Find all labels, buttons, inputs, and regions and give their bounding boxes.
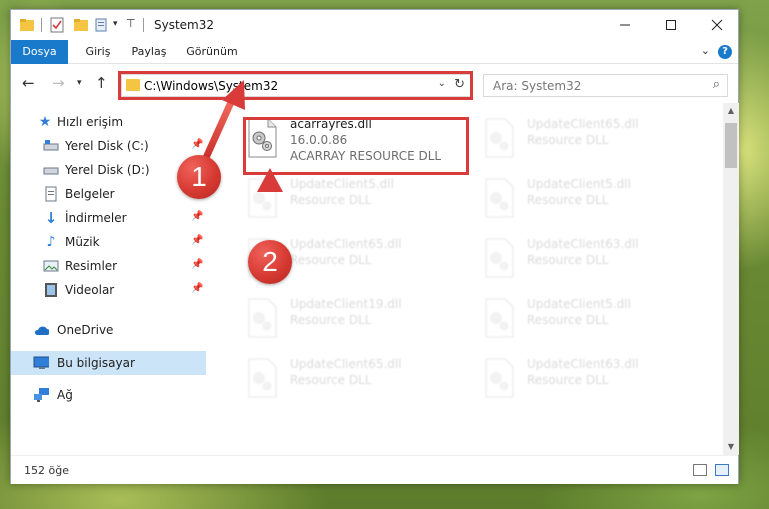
step-2-badge: 2 bbox=[248, 240, 292, 284]
annotation-arrows bbox=[201, 80, 283, 249]
arrow-to-address-bar bbox=[201, 80, 245, 164]
step-1-badge: 1 bbox=[177, 155, 221, 199]
arrow-to-file bbox=[257, 168, 283, 249]
